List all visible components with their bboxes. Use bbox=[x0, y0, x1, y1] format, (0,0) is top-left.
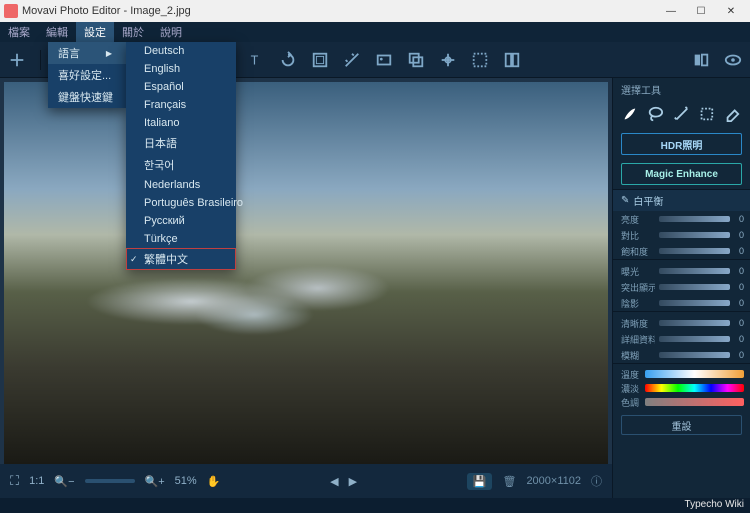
app-icon bbox=[4, 4, 18, 18]
insert-icon[interactable] bbox=[375, 51, 393, 69]
lang-portugues[interactable]: Português Brasileiro bbox=[126, 194, 236, 212]
zoom-percent: 51% bbox=[175, 475, 197, 487]
slider-saturation[interactable]: 飽和度0 bbox=[613, 243, 750, 259]
dropper-icon[interactable]: ✎ bbox=[621, 195, 629, 206]
image-dimensions: 2000×1102 bbox=[526, 475, 581, 487]
zoom-reset-button[interactable]: 1:1 bbox=[29, 475, 44, 487]
marquee-icon[interactable] bbox=[698, 105, 716, 123]
lang-traditional-chinese[interactable]: 繁體中文 bbox=[126, 248, 236, 270]
magic-enhance-button[interactable]: Magic Enhance bbox=[621, 163, 742, 185]
slider-sharpness[interactable]: 清晰度0 bbox=[613, 315, 750, 331]
window-title: Movavi Photo Editor - Image_2.jpg bbox=[22, 5, 191, 17]
svg-text:T: T bbox=[251, 53, 259, 67]
lasso-icon[interactable] bbox=[647, 105, 665, 123]
menu-item-language[interactable]: 語言▶ bbox=[48, 42, 126, 64]
eraser-icon[interactable] bbox=[724, 105, 742, 123]
zoom-out-icon[interactable]: 🔍− bbox=[54, 475, 74, 488]
window-titlebar: Movavi Photo Editor - Image_2.jpg — ☐ ✕ bbox=[0, 0, 750, 22]
reset-button[interactable]: 重設 bbox=[621, 415, 742, 435]
preview-icon[interactable] bbox=[724, 51, 742, 69]
rotate-icon[interactable] bbox=[279, 51, 297, 69]
slider-exposure[interactable]: 曝光0 bbox=[613, 263, 750, 279]
lang-italiano[interactable]: Italiano bbox=[126, 114, 236, 132]
compare-icon[interactable] bbox=[692, 51, 710, 69]
selection-tools bbox=[613, 101, 750, 129]
plus-icon[interactable] bbox=[8, 51, 26, 69]
lang-turkce[interactable]: Türkçe bbox=[126, 230, 236, 248]
save-icon[interactable]: 💾 bbox=[467, 473, 493, 490]
guides-icon[interactable] bbox=[503, 51, 521, 69]
hdr-button[interactable]: HDR照明 bbox=[621, 133, 742, 155]
fullscreen-icon[interactable]: ⛶ bbox=[10, 473, 19, 489]
lang-korean[interactable]: 한국어 bbox=[126, 154, 236, 176]
prev-image-icon[interactable]: ◀ bbox=[330, 475, 338, 488]
slider-details[interactable]: 詳細資料0 bbox=[613, 331, 750, 347]
slider-hue[interactable]: 濃淡 bbox=[613, 381, 750, 395]
slider-tint[interactable]: 色調 bbox=[613, 395, 750, 409]
delete-icon[interactable]: 🗑 bbox=[502, 475, 516, 488]
next-image-icon[interactable]: ▶ bbox=[349, 475, 357, 488]
frame-icon[interactable] bbox=[311, 51, 329, 69]
lang-espanol[interactable]: Español bbox=[126, 78, 236, 96]
menu-file[interactable]: 檔案 bbox=[0, 22, 38, 42]
lang-deutsch[interactable]: Deutsch bbox=[126, 42, 236, 60]
menubar: 檔案 編輯 設定 關於 說明 bbox=[0, 22, 750, 42]
side-panel-title: 選擇工具 bbox=[613, 78, 750, 101]
brush-icon[interactable] bbox=[621, 105, 639, 123]
status-bar: ⛶ 1:1 🔍− 🔍+ 51% ✋ ◀ ▶ 💾 🗑 2000×1102 ⓘ bbox=[0, 464, 612, 498]
transform-icon[interactable] bbox=[439, 51, 457, 69]
maximize-button[interactable]: ☐ bbox=[686, 0, 716, 22]
lang-russian[interactable]: Русский bbox=[126, 212, 236, 230]
slider-temperature[interactable]: 溫度 bbox=[613, 367, 750, 381]
menu-edit[interactable]: 編輯 bbox=[38, 22, 76, 42]
footer-bar bbox=[0, 498, 750, 513]
menu-item-shortcuts[interactable]: 鍵盤快速鍵 bbox=[48, 86, 126, 108]
slider-shadows[interactable]: 陰影0 bbox=[613, 295, 750, 311]
wand-icon[interactable] bbox=[673, 105, 691, 123]
menu-item-preferences[interactable]: 喜好設定... bbox=[48, 64, 126, 86]
canvas-area: ⛶ 1:1 🔍− 🔍+ 51% ✋ ◀ ▶ 💾 🗑 2000×1102 ⓘ bbox=[0, 78, 612, 498]
menu-settings[interactable]: 設定 bbox=[76, 22, 114, 42]
image-canvas[interactable] bbox=[4, 82, 608, 464]
zoom-slider[interactable] bbox=[85, 479, 135, 483]
pan-icon[interactable]: ✋ bbox=[207, 475, 221, 488]
slider-highlights[interactable]: 突出顯示0 bbox=[613, 279, 750, 295]
text-icon[interactable]: T bbox=[247, 51, 265, 69]
effects-icon[interactable] bbox=[343, 51, 361, 69]
settings-menu-popup: 語言▶ 喜好設定... 鍵盤快速鍵 Deutsch English Españo… bbox=[48, 42, 126, 108]
lang-francais[interactable]: Français bbox=[126, 96, 236, 114]
slider-brightness[interactable]: 亮度0 bbox=[613, 211, 750, 227]
remove-bg-icon[interactable] bbox=[471, 51, 489, 69]
overlay-icon[interactable] bbox=[407, 51, 425, 69]
lang-nederlands[interactable]: Nederlands bbox=[126, 176, 236, 194]
language-submenu: Deutsch English Español Français Italian… bbox=[126, 42, 236, 270]
info-icon[interactable]: ⓘ bbox=[591, 473, 602, 489]
side-panel: 選擇工具 HDR照明 Magic Enhance ✎ 白平衡 亮度0 對比0 飽… bbox=[612, 78, 750, 498]
lang-japanese[interactable]: 日本語 bbox=[126, 132, 236, 154]
minimize-button[interactable]: — bbox=[656, 0, 686, 22]
menu-help[interactable]: 說明 bbox=[152, 22, 190, 42]
close-button[interactable]: ✕ bbox=[716, 0, 746, 22]
white-balance-section[interactable]: ✎ 白平衡 bbox=[613, 189, 750, 211]
slider-blur[interactable]: 模糊0 bbox=[613, 347, 750, 363]
menu-about[interactable]: 關於 bbox=[114, 22, 152, 42]
watermark: Typecho Wiki bbox=[685, 499, 744, 510]
zoom-in-icon[interactable]: 🔍+ bbox=[145, 475, 165, 488]
slider-contrast[interactable]: 對比0 bbox=[613, 227, 750, 243]
lang-english[interactable]: English bbox=[126, 60, 236, 78]
